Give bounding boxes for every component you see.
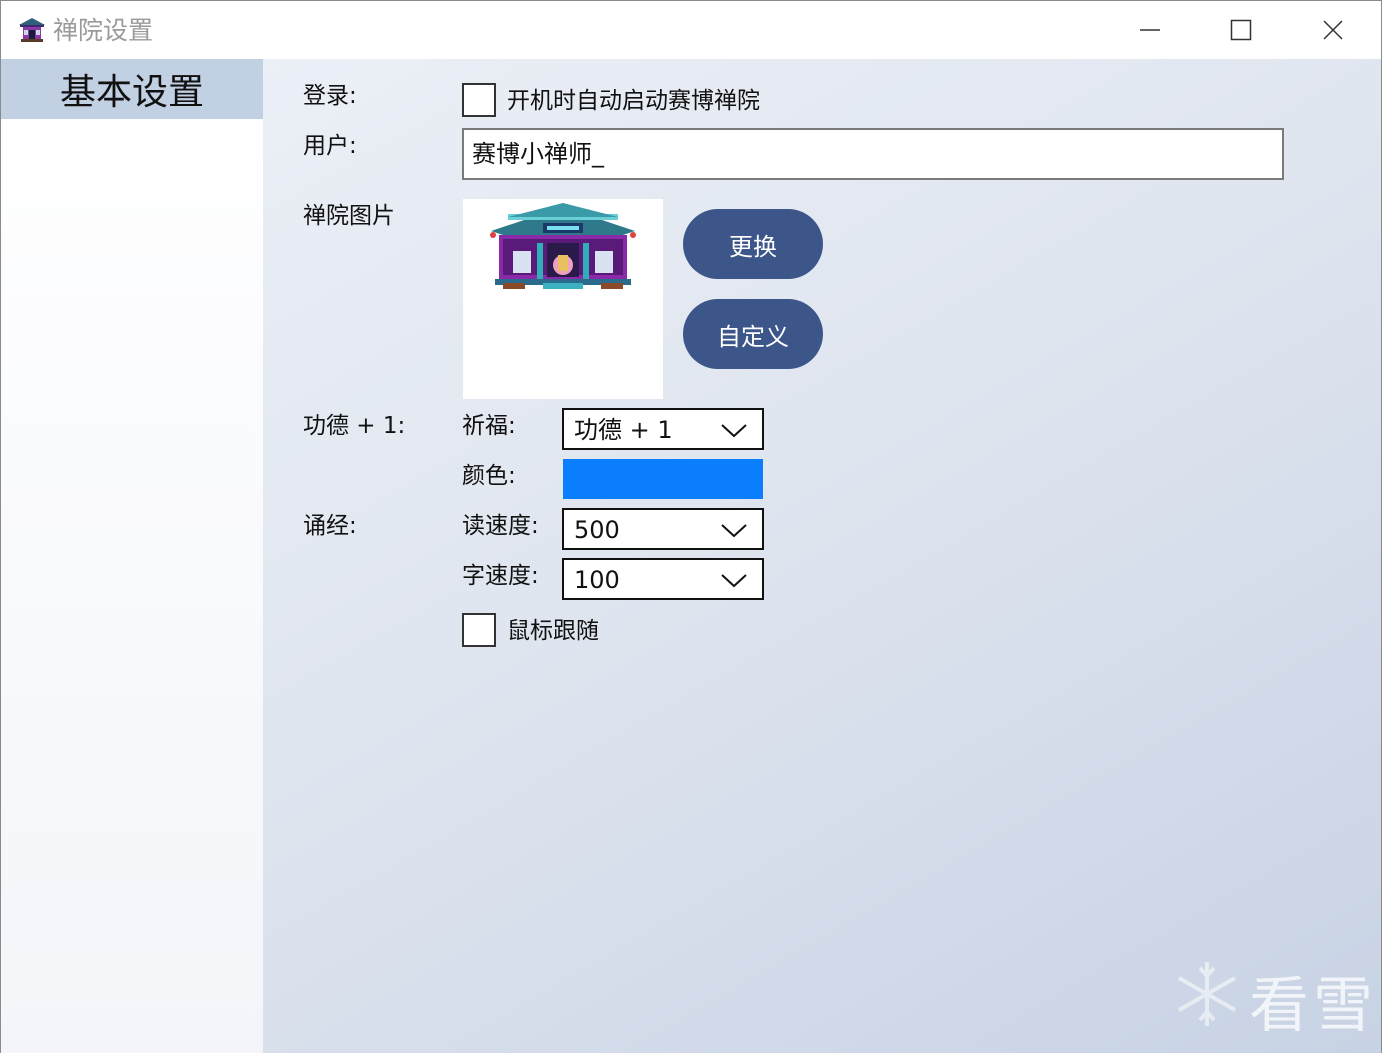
mouse-follow-label: 鼠标跟随	[507, 618, 599, 644]
settings-panel: 登录: 开机时自动启动赛博禅院 用户: 赛博小禅师_ 禅院图片 更换 自定义 功…	[263, 59, 1381, 1053]
autostart-label: 开机时自动启动赛博禅院	[507, 88, 760, 114]
read-speed-label: 读速度:	[462, 513, 539, 539]
maximize-button[interactable]	[1195, 1, 1287, 59]
maximize-icon	[1230, 19, 1252, 41]
user-label: 用户:	[303, 133, 357, 159]
login-label: 登录:	[303, 83, 357, 109]
close-icon	[1323, 20, 1343, 40]
minimize-icon	[1140, 29, 1160, 31]
color-swatch[interactable]	[563, 459, 763, 499]
chevron-down-icon	[721, 424, 747, 438]
sidebar-item-basic-settings[interactable]: 基本设置	[1, 59, 263, 119]
username-input[interactable]: 赛博小禅师_	[462, 128, 1284, 180]
char-speed-label: 字速度:	[462, 563, 539, 589]
replace-image-button[interactable]: 更换	[683, 209, 823, 279]
read-speed-value: 500	[574, 516, 620, 544]
mouse-follow-checkbox[interactable]	[462, 613, 496, 647]
sidebar-item-label: 基本设置	[59, 72, 204, 113]
custom-image-button[interactable]: 自定义	[683, 299, 823, 369]
window-title: 禅院设置	[53, 16, 154, 45]
autostart-checkbox[interactable]	[462, 83, 496, 117]
chant-label: 诵经:	[303, 513, 357, 539]
pray-label: 祈福:	[462, 413, 516, 439]
color-label: 颜色:	[462, 463, 516, 489]
sidebar: 基本设置	[1, 59, 263, 1053]
char-speed-select[interactable]: 100	[562, 558, 764, 600]
chevron-down-icon	[721, 524, 747, 538]
temple-picture-icon	[490, 203, 636, 289]
temple-image-preview	[463, 199, 663, 399]
settings-window: 禅院设置 基本设置 登录: 开机时自动启动赛博禅院 用户: 赛博小禅师_ 禅院图…	[0, 0, 1382, 1053]
title-bar: 禅院设置	[1, 1, 1381, 59]
char-speed-value: 100	[574, 566, 620, 594]
temple-icon	[19, 18, 45, 42]
chevron-down-icon	[721, 574, 747, 588]
watermark-text: 看雪	[1249, 971, 1377, 1041]
read-speed-select[interactable]: 500	[562, 508, 764, 550]
merit-label: 功德 + 1:	[303, 413, 406, 439]
temple-image-label: 禅院图片	[303, 203, 395, 229]
minimize-button[interactable]	[1104, 1, 1196, 59]
pray-select-value: 功德 + 1	[574, 416, 673, 444]
close-button[interactable]	[1287, 1, 1379, 59]
pray-select[interactable]: 功德 + 1	[562, 408, 764, 450]
